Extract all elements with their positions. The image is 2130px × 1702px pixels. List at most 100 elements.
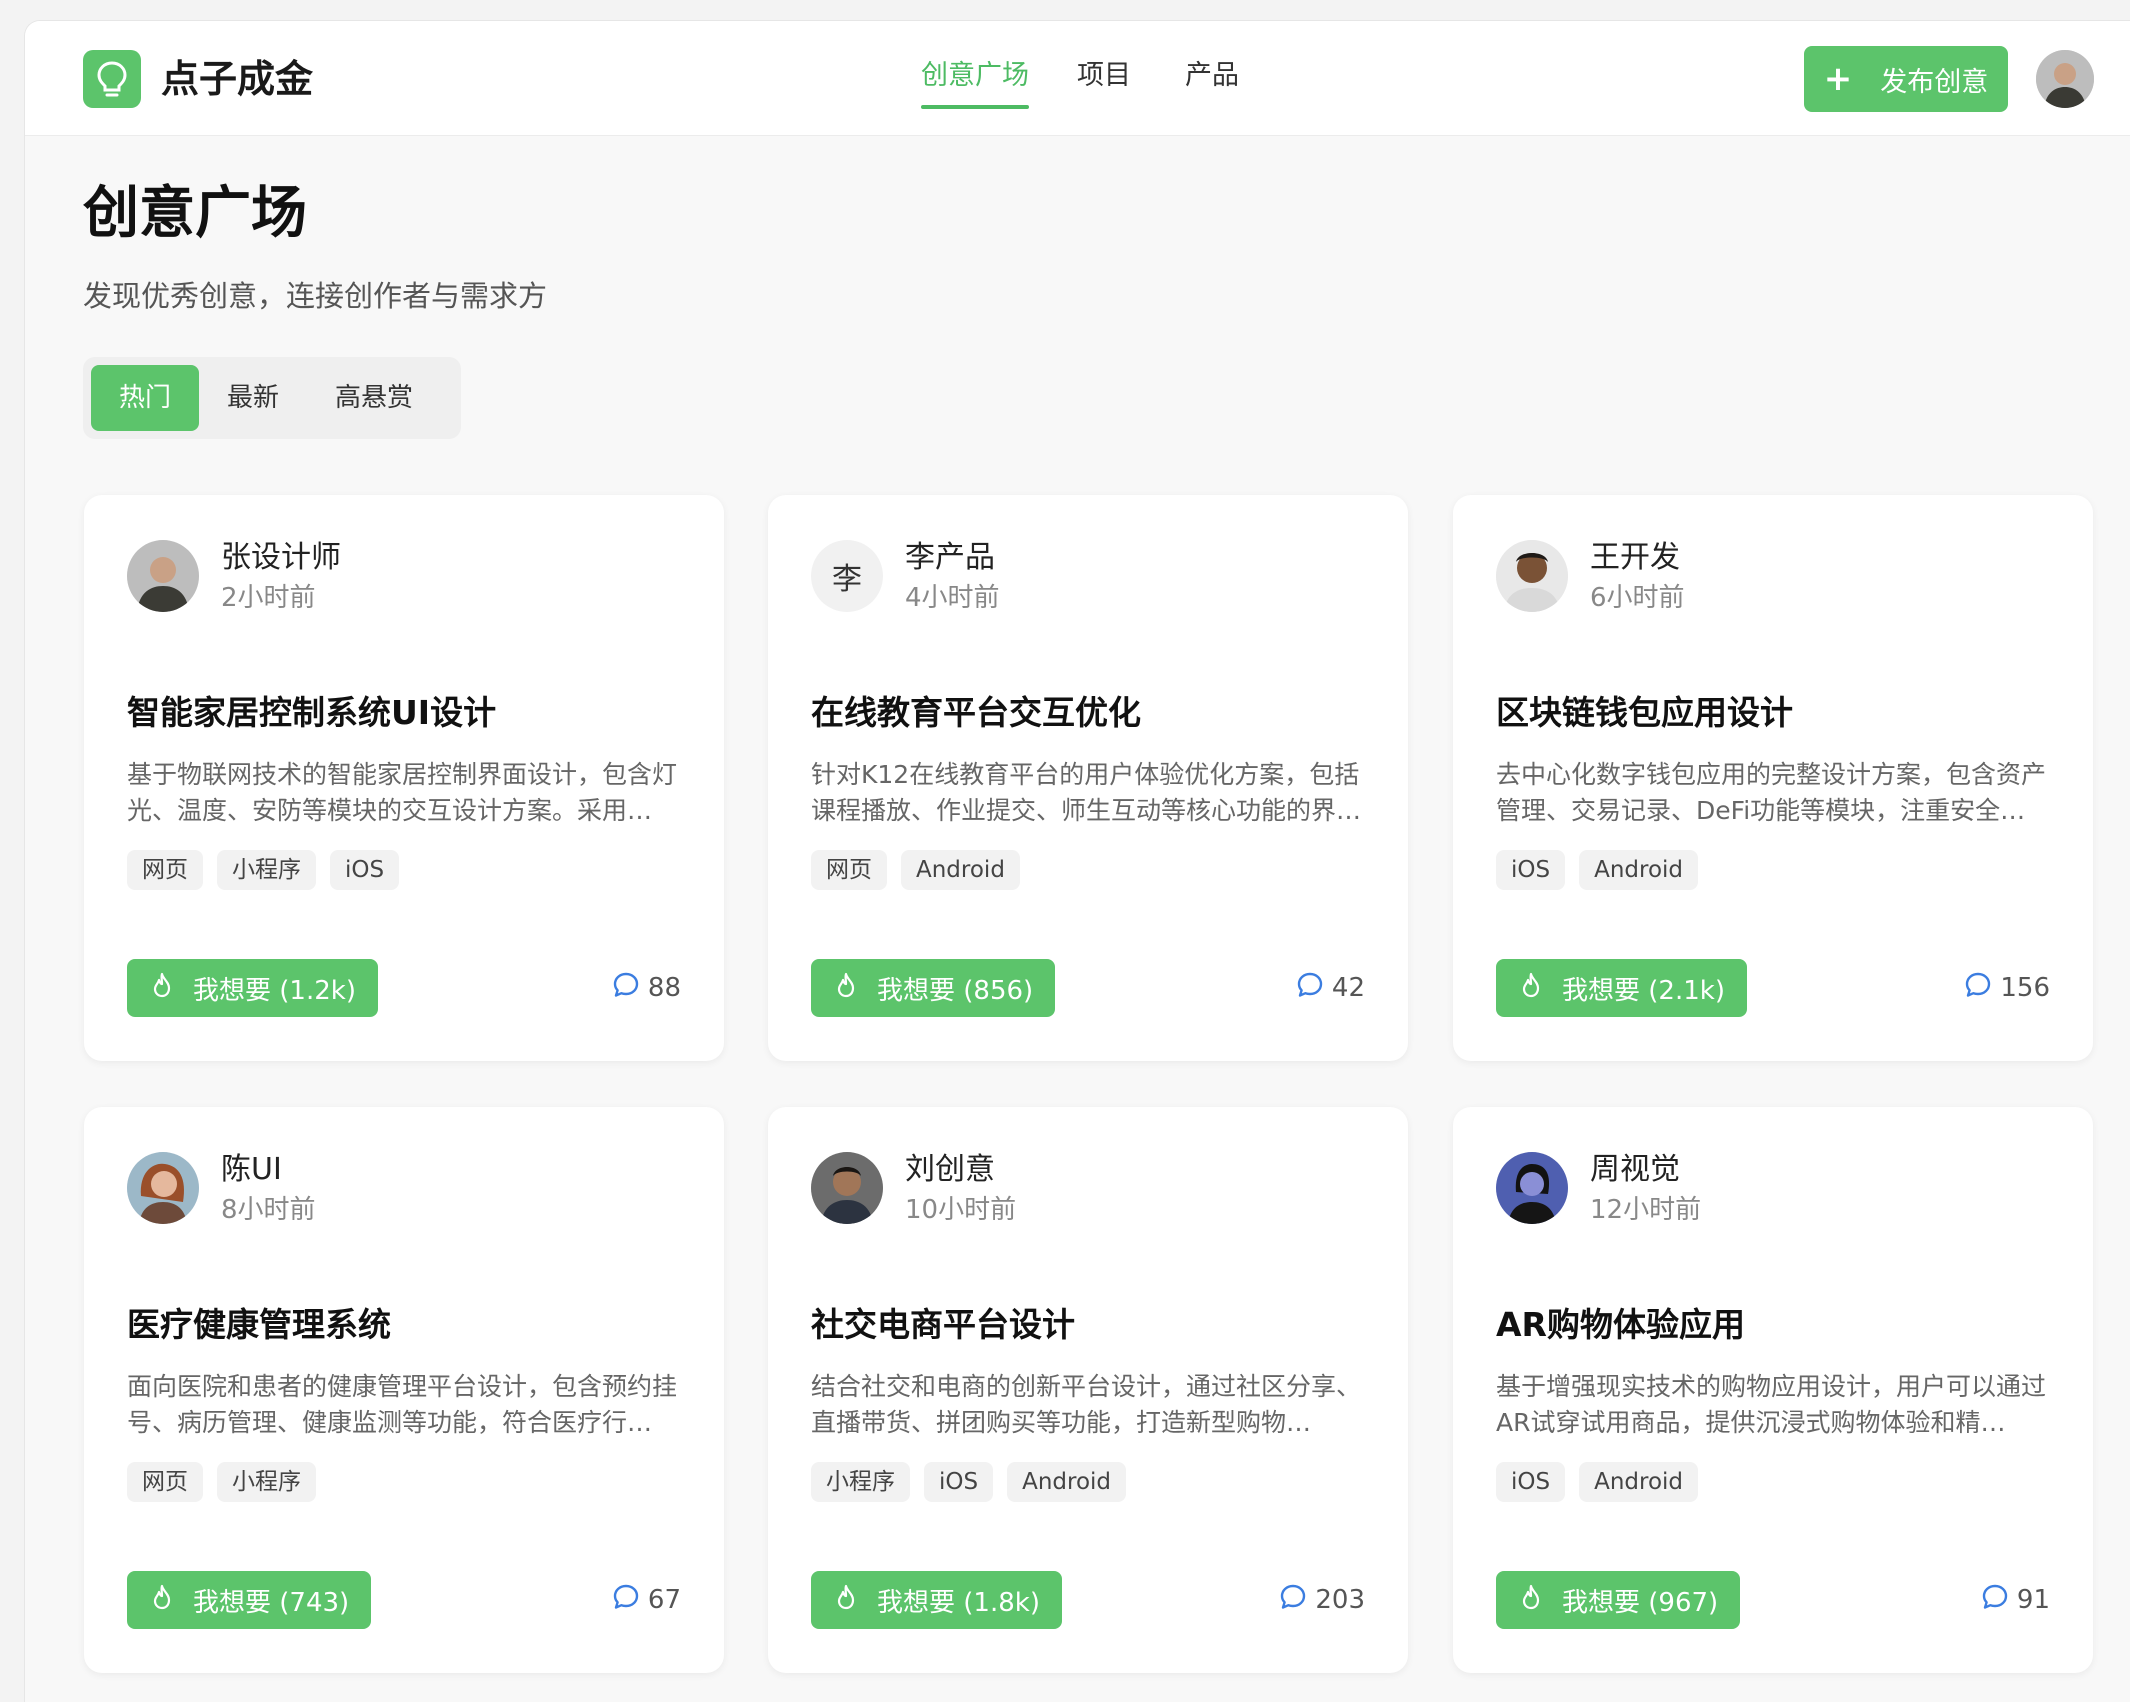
post-time: 2小时前 — [221, 583, 316, 613]
idea-card[interactable]: 李 李产品 4小时前在线教育平台交互优化针对K12在线教育平台的用户体验优化方案，包… — [768, 495, 1408, 1061]
comments-button[interactable]: 88 — [612, 967, 681, 1009]
want-button[interactable]: 我想要 (2.1k) — [1496, 959, 1747, 1017]
nav-item-idea-square[interactable]: 创意广场 — [921, 55, 1029, 109]
tag-list: 网页 小程序 iOS — [127, 850, 400, 890]
comments-button[interactable]: 203 — [1279, 1579, 1365, 1621]
post-time: 4小时前 — [905, 583, 1000, 613]
publish-idea-label: 发布创意 — [1880, 66, 1989, 98]
author-avatar[interactable] — [811, 1152, 883, 1224]
tab-latest[interactable]: 最新 — [203, 365, 303, 431]
idea-description: 结合社交和电商的创新平台设计，通过社区分享、直播带货、拼团购买等功能，打造新型购… — [811, 1372, 1362, 1437]
want-button[interactable]: 我想要 (967) — [1496, 1571, 1741, 1629]
want-label: 我想要 (743) — [193, 1587, 350, 1618]
platform-tag[interactable]: iOS — [1496, 850, 1566, 890]
comment-bubble-icon — [1296, 971, 1324, 1006]
platform-tag[interactable]: Android — [901, 850, 1020, 890]
author-name[interactable]: 陈UI — [221, 1151, 282, 1189]
nav-item-products[interactable]: 产品 — [1185, 55, 1239, 97]
idea-title[interactable]: 智能家居控制系统UI设计 — [127, 691, 496, 735]
platform-tag[interactable]: Android — [1007, 1462, 1127, 1502]
platform-tag[interactable]: 网页 — [811, 850, 887, 890]
idea-card[interactable]: 周视觉 12小时前 AR购物体验应用基于增强现实技术的购物应用设计，用户可以通过AR… — [1453, 1107, 2093, 1673]
idea-title[interactable]: 医疗健康管理系统 — [127, 1303, 391, 1347]
idea-title[interactable]: AR购物体验应用 — [1496, 1303, 1745, 1347]
platform-tag[interactable]: 网页 — [127, 850, 203, 890]
flame-icon — [151, 972, 173, 1005]
publish-idea-button[interactable]: + 发布创意 — [1804, 46, 2008, 112]
comments-button[interactable]: 156 — [1964, 967, 2050, 1009]
comment-count: 88 — [647, 973, 681, 1003]
idea-description: 面向医院和患者的健康管理平台设计，包含预约挂号、病历管理、健康监测等功能，符合医… — [127, 1372, 678, 1437]
author-avatar[interactable] — [127, 540, 199, 612]
flame-icon — [1520, 972, 1542, 1005]
comment-count: 42 — [1331, 973, 1365, 1003]
author-avatar[interactable] — [127, 1152, 199, 1224]
platform-tag[interactable]: 小程序 — [217, 1462, 316, 1502]
tab-hot[interactable]: 热门 — [91, 365, 199, 431]
tag-list: 小程序 iOS Android — [811, 1462, 1127, 1502]
idea-description: 基于增强现实技术的购物应用设计，用户可以通过AR试穿试用商品，提供沉浸式购物体验… — [1496, 1372, 2047, 1437]
plus-icon: + — [1823, 59, 1853, 99]
tag-list: iOS Android — [1496, 850, 1699, 890]
flame-icon — [151, 1584, 173, 1617]
flame-icon — [835, 972, 857, 1005]
brand-name[interactable]: 点子成金 — [161, 55, 313, 103]
comments-button[interactable]: 91 — [1981, 1579, 2050, 1621]
idea-title[interactable]: 在线教育平台交互优化 — [811, 691, 1141, 735]
comments-button[interactable]: 42 — [1296, 967, 1365, 1009]
flame-icon — [1520, 1584, 1542, 1617]
platform-tag[interactable]: iOS — [924, 1462, 994, 1502]
author-name[interactable]: 李产品 — [905, 539, 995, 577]
comment-count: 156 — [2000, 973, 2050, 1003]
platform-tag[interactable]: iOS — [1496, 1462, 1566, 1502]
idea-card[interactable]: 陈UI 8小时前 医疗健康管理系统 面向医院和患者的健康管理平台设计，包含预约挂号、病… — [84, 1107, 724, 1673]
want-button[interactable]: 我想要 (1.2k) — [127, 959, 378, 1017]
tag-list: 网页 Android — [811, 850, 1020, 890]
user-avatar[interactable] — [2036, 50, 2094, 108]
author-name[interactable]: 刘创意 — [905, 1151, 995, 1189]
idea-description: 去中心化数字钱包应用的完整设计方案，包含资产管理、交易记录、DeFi功能等模块，… — [1496, 760, 2047, 825]
platform-tag[interactable]: Android — [1579, 850, 1699, 890]
want-label: 我想要 (856) — [877, 975, 1034, 1006]
idea-card[interactable]: 王开发 6小时前 区块链钱包应用设计 去中心化数字钱包应用的完整设计方案，包含资产管理… — [1453, 495, 2093, 1061]
idea-title[interactable]: 区块链钱包应用设计 — [1496, 691, 1793, 735]
author-avatar[interactable] — [1496, 540, 1568, 612]
author-name[interactable]: 周视觉 — [1590, 1151, 1680, 1189]
comments-button[interactable]: 67 — [612, 1579, 681, 1621]
sort-tabs: 热门 最新 高悬赏 — [83, 357, 461, 439]
comment-count: 91 — [2016, 1585, 2050, 1615]
want-button[interactable]: 我想要 (1.8k) — [811, 1571, 1062, 1629]
want-label: 我想要 (967) — [1562, 1587, 1719, 1618]
post-time: 12小时前 — [1590, 1195, 1702, 1225]
platform-tag[interactable]: iOS — [330, 850, 400, 890]
top-navigation-bar: 点子成金 创意广场 项目 产品 + 发布创意 — [25, 21, 2130, 136]
author-avatar[interactable]: 李 — [811, 540, 883, 612]
idea-description: 针对K12在线教育平台的用户体验优化方案，包括课程播放、作业提交、师生互动等核心… — [811, 760, 1362, 825]
page-subtitle: 发现优秀创意，连接创作者与需求方 — [83, 279, 548, 313]
author-name[interactable]: 张设计师 — [221, 539, 341, 577]
platform-tag[interactable]: 网页 — [127, 1462, 203, 1502]
post-time: 10小时前 — [905, 1195, 1017, 1225]
want-button[interactable]: 我想要 (856) — [811, 959, 1056, 1017]
author-name[interactable]: 王开发 — [1590, 539, 1680, 577]
platform-tag[interactable]: Android — [1579, 1462, 1699, 1502]
tag-list: 网页 小程序 — [127, 1462, 316, 1502]
flame-icon — [835, 1584, 857, 1617]
nav-item-projects[interactable]: 项目 — [1077, 55, 1131, 97]
comment-bubble-icon — [612, 971, 640, 1006]
app-window: 点子成金 创意广场 项目 产品 + 发布创意 创意广场 发现优秀创意，连接创作者… — [24, 20, 2130, 1702]
lightbulb-icon[interactable] — [83, 50, 141, 108]
page-title: 创意广场 — [83, 181, 307, 246]
tab-high-reward[interactable]: 高悬赏 — [309, 365, 439, 431]
want-button[interactable]: 我想要 (743) — [127, 1571, 372, 1629]
tag-list: iOS Android — [1496, 1462, 1699, 1502]
platform-tag[interactable]: 小程序 — [217, 850, 316, 890]
comment-bubble-icon — [1981, 1583, 2009, 1618]
platform-tag[interactable]: 小程序 — [811, 1462, 910, 1502]
idea-card[interactable]: 刘创意 10小时前社交电商平台设计结合社交和电商的创新平台设计，通过社区分享、直播… — [768, 1107, 1408, 1673]
idea-description: 基于物联网技术的智能家居控制界面设计，包含灯光、温度、安防等模块的交互设计方案。… — [127, 760, 678, 825]
idea-title[interactable]: 社交电商平台设计 — [811, 1303, 1075, 1347]
comment-count: 67 — [647, 1585, 681, 1615]
author-avatar[interactable] — [1496, 1152, 1568, 1224]
idea-card[interactable]: 张设计师 2小时前智能家居控制系统UI设计基于物联网技术的智能家居控制界面设计，包… — [84, 495, 724, 1061]
